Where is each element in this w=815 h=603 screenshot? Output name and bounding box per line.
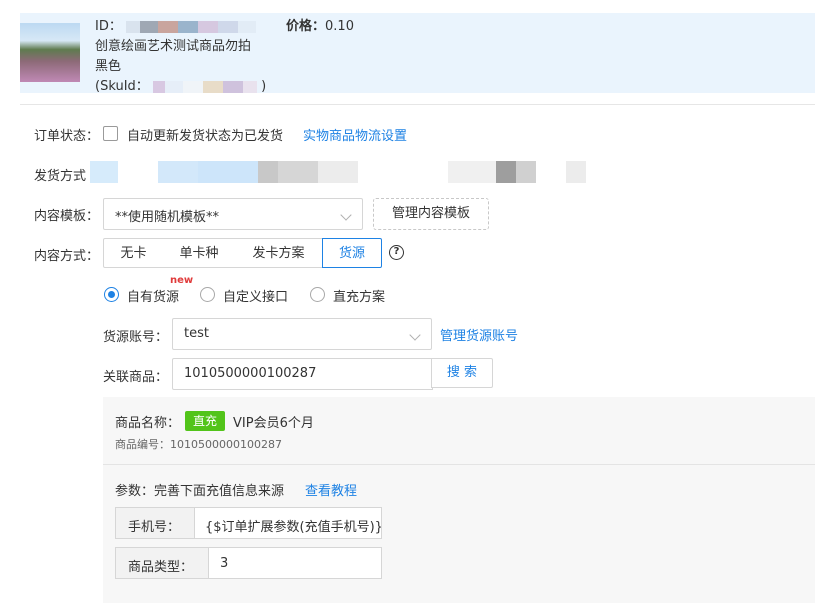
related-product-input[interactable]: 1010500000100287 [172,358,433,390]
chevron-down-icon [340,209,352,221]
order-status-label: 订单状态： [34,129,100,144]
product-skuid: (SkuId： ) [95,75,266,94]
ship-method-redacted [90,161,586,183]
source-custom-api-radio[interactable] [200,287,215,302]
product-card: ID： 价格：0.10 创意绘画艺术测试商品勿拍 黑色 (SkuId： ) [20,13,815,94]
phone-param-label: 手机号： [128,520,181,535]
product-code-value: 1010500000100287 [170,438,282,451]
product-id-row: ID： [95,15,256,34]
source-account-select[interactable]: test [172,318,432,350]
content-method-no-card[interactable]: 无卡 [103,238,164,268]
content-method-single-card[interactable]: 单卡种 [163,238,236,268]
product-id-redacted [126,19,256,34]
content-method-card-plan[interactable]: 发卡方案 [235,238,323,268]
params-hint: 完善下面充值信息来源 [154,484,285,499]
skuid-prefix: (SkuId： [95,79,149,94]
content-template-select[interactable]: **使用随机模板** [103,198,363,230]
product-name: 创意绘画艺术测试商品勿拍 [95,39,252,54]
manage-source-account-link[interactable]: 管理货源账号 [440,325,518,344]
related-product-label: 关联商品： [103,370,169,385]
product-name-label: 商品名称： [115,416,181,431]
help-circle-icon[interactable]: ? [389,245,404,260]
auto-update-label: 自动更新发货状态为已发货 [127,129,284,144]
product-color: 黑色 [95,59,122,74]
source-direct-label: 直充方案 [333,290,386,305]
content-method-source[interactable]: 货源 [322,238,382,268]
source-own-radio[interactable] [104,287,119,302]
view-tutorial-link[interactable]: 查看教程 [305,480,357,499]
skuid-redacted [152,79,261,94]
product-thumbnail [20,23,80,82]
search-button[interactable]: 搜 索 [431,358,493,388]
source-account-label: 货源账号： [103,330,169,345]
phone-param-label-box: 手机号： [115,507,195,539]
manage-template-button[interactable]: 管理内容模板 [373,198,489,230]
params-label: 参数： [115,484,155,499]
panel-divider [103,464,815,465]
logistics-settings-link[interactable]: 实物商品物流设置 [303,125,407,144]
chevron-down-icon [409,329,421,341]
content-template-value: **使用随机模板** [115,210,220,225]
source-own-label: 自有货源 [127,290,180,305]
product-code: 商品编号：1010500000100287 [115,436,282,452]
source-direct-radio[interactable] [310,287,325,302]
price-label: 价格： [286,19,326,34]
price-value: 0.10 [325,19,354,34]
ship-method-label: 发货方式 [34,169,87,184]
phone-param-input[interactable]: {$订单扩展参数(充值手机号)} [194,507,382,539]
source-custom-api-label: 自定义接口 [223,290,289,305]
type-param-label-box: 商品类型： [115,547,209,579]
params-row: 参数：完善下面充值信息来源 [115,480,284,499]
source-account-value: test [184,326,209,341]
product-price: 价格：0.10 [286,15,354,34]
product-code-label: 商品编号： [115,438,170,451]
product-name-value: VIP会员6个月 [233,416,314,431]
phone-param-value: {$订单扩展参数(充值手机号)} [205,520,382,535]
direct-charge-tag: 直充 [185,411,225,431]
skuid-suffix: ) [261,79,267,94]
section-divider [20,104,815,105]
type-param-label: 商品类型： [128,560,194,575]
content-template-label: 内容模板： [34,209,100,224]
product-id-label: ID： [95,19,122,34]
new-badge: new [170,275,194,286]
auto-update-checkbox[interactable] [103,126,118,141]
type-param-value: 3 [220,556,229,571]
type-param-input[interactable]: 3 [208,547,382,579]
content-method-label: 内容方式： [34,249,100,264]
related-product-value: 1010500000100287 [184,366,317,381]
